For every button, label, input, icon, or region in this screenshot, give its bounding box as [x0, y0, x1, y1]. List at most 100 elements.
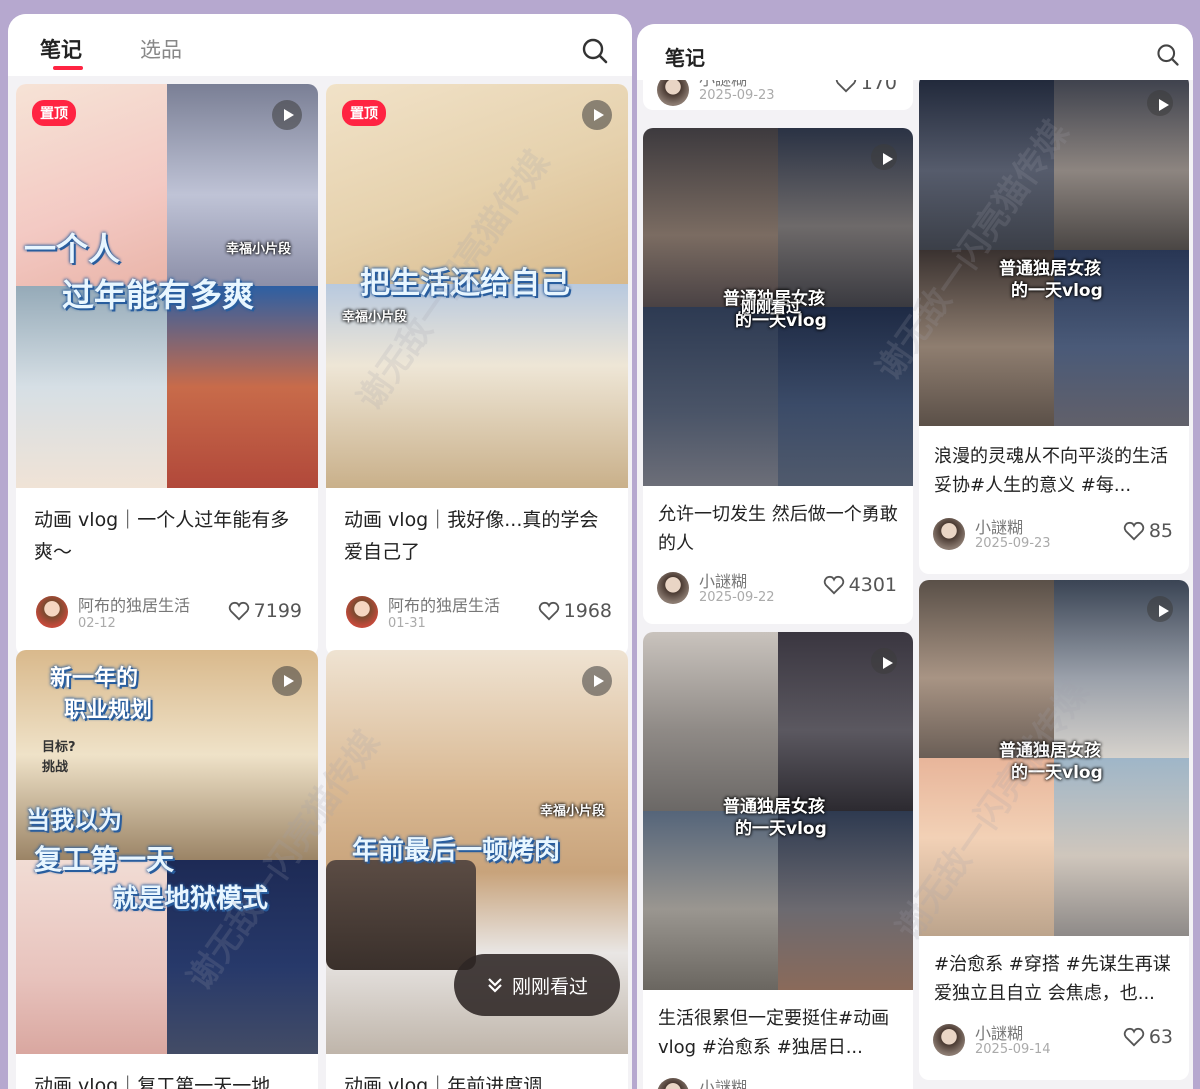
photo-night-street	[919, 74, 1054, 250]
cover-caption-line-1: 新一年的	[50, 666, 139, 691]
heart-icon	[228, 601, 249, 621]
play-icon[interactable]	[582, 666, 612, 696]
post-date: 2025-09-22	[699, 590, 775, 605]
photo-treadmill	[778, 307, 913, 486]
play-icon[interactable]	[871, 648, 897, 674]
note-meta: 小謎糊	[643, 1074, 913, 1089]
like-button[interactable]: 85	[1123, 520, 1173, 542]
pinned-badge: 置顶	[342, 100, 386, 126]
post-date: 2025-09-14	[975, 1042, 1051, 1057]
note-title[interactable]: 动画 vlog｜我好像...真的学会爱自己了	[344, 504, 610, 568]
post-date: 02-12	[78, 616, 116, 631]
avatar[interactable]	[933, 1024, 965, 1056]
author-name[interactable]: 小謎糊	[975, 1020, 1023, 1044]
post-date: 2025-09-23	[699, 88, 775, 103]
note-card[interactable]: 置顶 一个人 过年能有多爽 幸福小片段 动画 vlog｜一个人过年能有多爽～ 阿…	[16, 84, 318, 656]
note-card[interactable]: 置顶 把生活还给自己 幸福小片段 动画 vlog｜我好像...真的学会爱自己了 …	[326, 84, 628, 656]
avatar[interactable]	[36, 596, 68, 628]
note-card[interactable]: 新一年的 职业规划 目标? 挑战 当我以为 复工第一天 就是地狱模式 动画 vl…	[16, 650, 318, 1089]
brand-stamp: 幸福小片段	[342, 310, 408, 325]
recently-viewed-label: 刚刚看过	[511, 975, 588, 998]
avatar[interactable]	[346, 596, 378, 628]
note-cover-image[interactable]: 新一年的 职业规划 目标? 挑战 当我以为 复工第一天 就是地狱模式	[16, 650, 318, 1054]
cover-caption-line-5: 当我以为	[26, 806, 122, 834]
play-icon[interactable]	[582, 100, 612, 130]
like-button[interactable]: 4301	[823, 574, 897, 596]
note-cover-image[interactable]: 普通独居女孩 的一天vlog	[919, 580, 1189, 936]
heart-icon	[823, 575, 844, 595]
search-icon[interactable]	[580, 36, 610, 66]
play-icon[interactable]	[1147, 90, 1173, 116]
cover-caption-line-2: 的一天vlog	[735, 819, 827, 839]
author-name[interactable]: 小謎糊	[699, 568, 747, 592]
like-count: 1968	[563, 600, 612, 622]
note-title[interactable]: 允许一切发生 然后做一个勇敢的人	[658, 500, 898, 558]
cover-caption-line-3: 目标?	[42, 740, 76, 755]
author-name[interactable]: 小謎糊	[699, 1074, 747, 1089]
note-meta: 阿布的独居生活 02-12 7199	[16, 592, 318, 632]
cover-caption-line-2: 职业规划	[64, 698, 153, 723]
like-count: 85	[1148, 520, 1173, 542]
tab-products[interactable]: 选品	[140, 34, 182, 64]
illustration-grill	[326, 860, 476, 970]
note-title[interactable]: 生活很累但一定要挺住#动画 vlog #治愈系 #独居日...	[658, 1004, 898, 1062]
note-cover-image[interactable]: 普通独居女孩 的一天vlog	[643, 632, 913, 990]
recently-viewed-button[interactable]: 刚刚看过	[454, 954, 620, 1016]
note-title[interactable]: 动画 vlog｜复工第一天一地	[34, 1070, 300, 1089]
note-card[interactable]: 普通独居女孩 的一天vlog 生活很累但一定要挺住#动画 vlog #治愈系 #…	[643, 632, 913, 1089]
illustration-hot-spring	[16, 286, 167, 488]
brand-stamp: 幸福小片段	[226, 242, 292, 257]
left-phone-panel: 笔记 选品 置顶 一个人 过年能有多爽 幸福小片段 动画 vlog｜一个人过年能…	[8, 14, 632, 1089]
note-cover-image[interactable]: 普通独居女孩 的一天vlog	[919, 74, 1189, 426]
play-icon[interactable]	[1147, 596, 1173, 622]
play-icon[interactable]	[272, 100, 302, 130]
tab-notes[interactable]: 笔记	[665, 42, 705, 71]
avatar[interactable]	[657, 572, 689, 604]
cover-caption-line-7: 就是地狱模式	[112, 884, 269, 914]
play-icon[interactable]	[272, 666, 302, 696]
author-name[interactable]: 小謎糊	[975, 514, 1023, 538]
note-meta: 阿布的独居生活 01-31 1968	[326, 592, 628, 632]
note-card[interactable]: 普通独居女孩 的一天vlog 刚刚看过 允许一切发生 然后做一个勇敢的人 小謎糊…	[643, 128, 913, 624]
note-title[interactable]: 浪漫的灵魂从不向平淡的生活妥协#人生的意义 #每...	[934, 442, 1174, 500]
note-title[interactable]: 动画 vlog｜一个人过年能有多爽～	[34, 504, 300, 568]
note-cover-image[interactable]: 置顶 把生活还给自己 幸福小片段	[326, 84, 628, 488]
cover-caption: 把生活还给自己	[360, 266, 570, 301]
note-card[interactable]: 普通独居女孩 的一天vlog 浪漫的灵魂从不向平淡的生活妥协#人生的意义 #每.…	[919, 74, 1189, 574]
avatar[interactable]	[657, 1078, 689, 1089]
chevron-down-double-icon	[488, 978, 502, 993]
note-title[interactable]: 动画 vlog｜年前进度调	[344, 1070, 610, 1089]
like-count: 4301	[848, 574, 897, 596]
photo-mall	[643, 632, 778, 811]
note-card[interactable]: 普通独居女孩 的一天vlog #治愈系 #穿搭 #先谋生再谋爱独立且自立 会焦虑…	[919, 580, 1189, 1080]
active-tab-indicator	[53, 66, 83, 70]
note-card[interactable]: 年前最后一顿烤肉 幸福小片段 动画 vlog｜年前进度调	[326, 650, 628, 1089]
post-date: 2025-09-23	[975, 536, 1051, 551]
play-icon[interactable]	[871, 144, 897, 170]
heart-icon	[1123, 1027, 1144, 1047]
note-cover-image[interactable]: 置顶 一个人 过年能有多爽 幸福小片段	[16, 84, 318, 488]
recently-viewed-overlay: 刚刚看过	[741, 298, 802, 316]
right-phone-panel: 笔记 小謎糊 2025-09-23 170 普通独居女孩 的一天vlog 刚刚看…	[637, 24, 1193, 1089]
heart-icon	[1123, 521, 1144, 541]
cover-caption-line-4: 挑战	[42, 760, 69, 775]
like-button[interactable]: 1968	[538, 600, 612, 622]
author-name[interactable]: 阿布的独居生活	[388, 592, 500, 616]
note-cover-image[interactable]: 普通独居女孩 的一天vlog 刚刚看过	[643, 128, 913, 486]
note-meta: 小謎糊 2025-09-23 85	[919, 514, 1189, 554]
post-date: 01-31	[388, 616, 426, 631]
like-button[interactable]: 7199	[228, 600, 302, 622]
author-name[interactable]: 阿布的独居生活	[78, 592, 190, 616]
note-meta: 小謎糊 2025-09-14 63	[919, 1020, 1189, 1060]
search-icon[interactable]	[1155, 42, 1181, 68]
photo-seaside-walk	[1054, 758, 1189, 936]
photo-car-seat	[919, 580, 1054, 758]
avatar[interactable]	[933, 518, 965, 550]
cover-caption-line-2: 过年能有多爽	[62, 276, 255, 314]
right-top-tabbar: 笔记	[637, 24, 1193, 80]
cover-caption-line-2: 的一天vlog	[1011, 281, 1103, 301]
like-button[interactable]: 63	[1123, 1026, 1173, 1048]
photo-beach	[919, 758, 1054, 936]
note-title[interactable]: #治愈系 #穿搭 #先谋生再谋爱独立且自立 会焦虑，也...	[934, 950, 1174, 1008]
tab-notes[interactable]: 笔记	[40, 34, 82, 64]
